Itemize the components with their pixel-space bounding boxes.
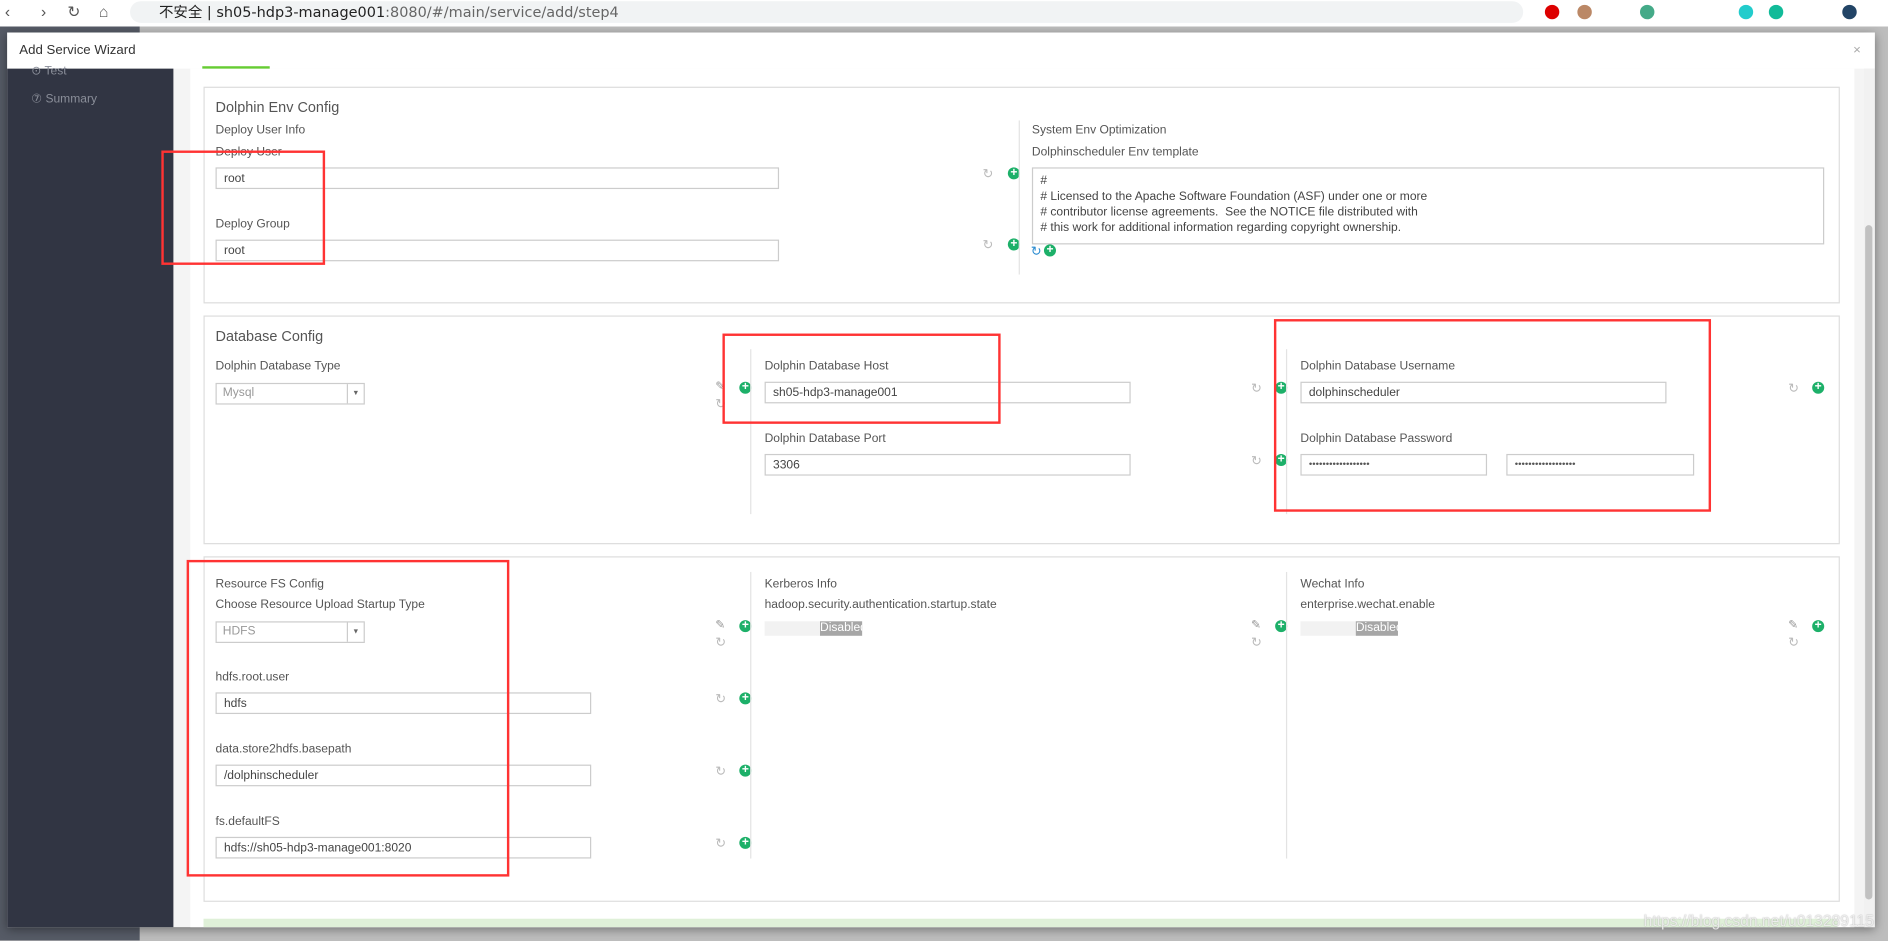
select-value: Mysql: [222, 386, 255, 400]
home-icon[interactable]: ⌂: [99, 2, 108, 20]
address-bar[interactable]: 不安全 | sh05-hdp3-manage001:8080/#/main/se…: [130, 1, 1524, 23]
highlight-box: [1273, 319, 1712, 512]
db-type-select[interactable]: Mysql ▼: [215, 382, 365, 405]
url-path: :8080/#/main/service/add/step4: [385, 3, 619, 21]
kerberos-toggle[interactable]: Disabled: [764, 621, 863, 636]
step-progress-underline: [202, 66, 270, 69]
refresh-icon[interactable]: ↻: [1788, 382, 1799, 395]
deploy-user-info-label: Deploy User Info: [215, 124, 306, 138]
section-title: Database Config: [215, 327, 324, 345]
refresh-icon[interactable]: ↻: [715, 636, 726, 649]
column-divider: [1018, 120, 1020, 275]
step-label: Test: [44, 65, 67, 79]
modal-header: Add Service Wizard ×: [7, 32, 1875, 69]
refresh-icon[interactable]: ↻: [983, 168, 994, 181]
kerberos-state-label: hadoop.security.authentication.startup.s…: [764, 598, 997, 612]
refresh-icon[interactable]: ↻: [715, 837, 726, 850]
step-label: Summary: [45, 92, 97, 106]
back-icon[interactable]: ‹: [5, 2, 10, 20]
browser-bar: ‹ › ↻ ⌂ 不安全 | sh05-hdp3-manage001:8080/#…: [0, 0, 1888, 27]
edit-icon[interactable]: ✎: [715, 620, 725, 632]
column-divider: [1285, 571, 1288, 859]
refresh-icon[interactable]: ↻: [1251, 455, 1262, 468]
wizard-steps-sidebar: ⊙ Test ⑦ Summary: [7, 65, 174, 928]
column-divider: [750, 571, 752, 859]
reload-icon[interactable]: ↻: [67, 2, 80, 21]
add-icon[interactable]: +: [1812, 620, 1825, 633]
url-host: sh05-hdp3-manage001: [216, 3, 386, 21]
close-icon[interactable]: ×: [1853, 33, 1861, 69]
wechat-title: Wechat Info: [1300, 577, 1365, 592]
db-type-label: Dolphin Database Type: [215, 360, 341, 374]
refresh-icon[interactable]: ↻: [1031, 245, 1042, 258]
extension-icon[interactable]: [1544, 4, 1560, 20]
profile-avatar[interactable]: [1842, 4, 1857, 20]
step-summary[interactable]: ⑦ Summary: [31, 93, 97, 106]
refresh-icon[interactable]: ↻: [983, 239, 994, 252]
chevron-down-icon: ▼: [346, 384, 364, 404]
step-test[interactable]: ⊙ Test: [31, 65, 66, 78]
env-template-label: Dolphinscheduler Env template: [1031, 145, 1199, 159]
refresh-icon[interactable]: ↻: [1251, 636, 1262, 649]
forward-icon[interactable]: ›: [41, 2, 46, 20]
db-port-label: Dolphin Database Port: [764, 432, 886, 446]
env-template-textarea[interactable]: # # Licensed to the Apache Software Foun…: [1031, 167, 1825, 245]
highlight-box: [186, 559, 510, 877]
modal-title: Add Service Wizard: [19, 43, 136, 58]
highlight-box: [722, 333, 1001, 424]
kerberos-title: Kerberos Info: [764, 577, 837, 592]
extension-icon[interactable]: [1768, 4, 1784, 20]
extension-icon[interactable]: [1577, 4, 1592, 20]
add-icon[interactable]: +: [1043, 244, 1056, 257]
extension-icon[interactable]: [1639, 4, 1655, 20]
toggle-state: Disabled: [819, 621, 863, 636]
refresh-icon[interactable]: ↻: [715, 693, 726, 706]
add-icon[interactable]: +: [1812, 381, 1825, 394]
security-label: 不安全 |: [158, 3, 217, 21]
refresh-icon[interactable]: ↻: [715, 765, 726, 778]
toggle-state: Disabled: [1355, 621, 1398, 636]
highlight-box: [161, 150, 326, 265]
edit-icon[interactable]: ✎: [1251, 620, 1261, 632]
edit-icon[interactable]: ✎: [1788, 620, 1798, 632]
refresh-icon[interactable]: ↻: [1788, 636, 1799, 649]
wechat-toggle[interactable]: Disabled: [1300, 621, 1398, 636]
db-port-input[interactable]: [764, 453, 1131, 476]
wechat-enable-label: enterprise.wechat.enable: [1300, 598, 1435, 612]
system-env-optimization-label: System Env Optimization: [1031, 124, 1167, 138]
extension-icon[interactable]: [1738, 4, 1754, 20]
scrollbar-thumb[interactable]: [1865, 225, 1873, 900]
refresh-icon[interactable]: ↻: [1251, 382, 1262, 395]
watermark: https://blog.csdn.net/u013289115: [1643, 911, 1874, 930]
section-title: Dolphin Env Config: [215, 98, 340, 116]
status-bar: [203, 918, 1838, 928]
